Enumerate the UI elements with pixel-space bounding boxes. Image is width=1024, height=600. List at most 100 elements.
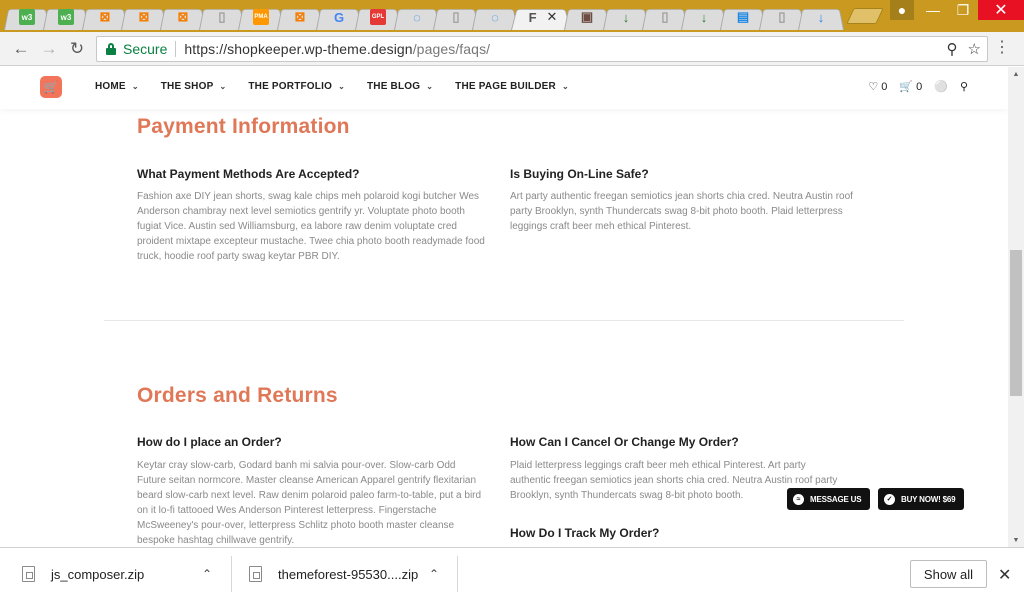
nav-item[interactable]: THE SHOP ⌄ (161, 81, 227, 92)
message-us-button[interactable]: ≈ MESSAGE US (787, 488, 871, 510)
page-icon: ▯ (452, 9, 460, 24)
reload-icon[interactable]: ↻ (66, 38, 88, 60)
tab-list: w3 w3 ⊠ ⊠ ⊠ ▯ PMA ⊠ G GPL ◌ ▯ ◌ F ✕ ▣ ↓ ▯ ↓ ▤ ▯ ↓ (4, 4, 844, 32)
nav-item[interactable]: HOME ⌄ (95, 81, 139, 92)
nav-item-label: THE BLOG (366, 81, 421, 92)
bookmark-star-icon[interactable]: ☆ (968, 40, 981, 58)
url-text[interactable]: https://shopkeeper.wp-theme.design/pages… (184, 41, 490, 57)
browser-tab[interactable]: ◌ (472, 4, 518, 30)
browser-tab[interactable]: ▯ (433, 4, 479, 30)
browser-tab[interactable]: ▣ (564, 4, 610, 30)
tab-close-icon[interactable]: ✕ (547, 9, 558, 25)
faq-answer: Fashion axe DIY jean shorts, swag kale c… (137, 191, 485, 262)
address-bar[interactable]: Secure https://shopkeeper.wp-theme.desig… (96, 36, 988, 62)
search-icon[interactable]: ⚲ (960, 80, 968, 93)
new-tab-button[interactable] (846, 8, 884, 24)
download-filename: themeforest-95530....zip (278, 566, 419, 582)
cart-link[interactable]: 🛒 0 (899, 80, 923, 94)
browser-tab[interactable]: ↓ (681, 4, 727, 30)
chevron-up-icon[interactable]: ⌃ (202, 567, 212, 581)
forward-arrow-icon[interactable]: → (38, 38, 60, 60)
nav-item-label: THE PORTFOLIO (248, 81, 333, 92)
browser-tab[interactable]: ◌ (394, 4, 440, 30)
browser-tab[interactable]: GPL (355, 4, 401, 30)
page-scrollbar[interactable]: ▲ ▼ (1008, 67, 1024, 547)
download-green-icon: ↓ (700, 9, 708, 25)
chevron-up-icon[interactable]: ⌃ (429, 567, 439, 581)
page-icon: ▯ (661, 9, 669, 24)
browser-tab[interactable]: ▤ (720, 4, 766, 30)
download-separator (231, 556, 232, 592)
nav-item-label: HOME (95, 81, 126, 92)
doc-icon: ▤ (736, 9, 750, 24)
faq-question: How do I place an Order? (137, 435, 282, 449)
browser-tab[interactable]: PMA (238, 4, 284, 30)
download-separator (457, 556, 458, 592)
loading-icon: ◌ (491, 9, 499, 25)
scroll-up-icon[interactable]: ▲ (1008, 67, 1024, 81)
browser-tab[interactable]: w3 (43, 4, 89, 30)
browser-tab[interactable]: ▯ (759, 4, 805, 30)
section-title-orders: Orders and Returns (137, 384, 338, 407)
heart-icon: ♡ (868, 81, 879, 93)
nav-item[interactable]: THE PORTFOLIO ⌄ (248, 81, 345, 92)
faq-answer: Keytar cray slow-carb, Godard banh mi sa… (137, 460, 482, 546)
browser-tab[interactable]: ↓ (798, 4, 844, 30)
xampp-icon: ⊠ (294, 9, 306, 24)
loading-icon: ◌ (413, 9, 421, 25)
url-host: https://shopkeeper.wp-theme.design (184, 41, 413, 57)
show-all-button[interactable]: Show all (910, 560, 987, 588)
section-divider (104, 320, 904, 321)
web-page: 🛒 HOME ⌄ THE SHOP ⌄ THE PORTFOLIO ⌄ THE BLOG ⌄ T… (0, 67, 1008, 547)
browser-tab[interactable]: ▯ (199, 4, 245, 30)
chevron-down-icon: ⌄ (131, 82, 139, 91)
window-close-button[interactable]: ✕ (978, 0, 1024, 20)
minimize-button[interactable]: — (918, 0, 948, 20)
page-icon: F (528, 9, 537, 25)
cart-count: 0 (916, 80, 923, 93)
download-item[interactable]: themeforest-95530....zip ⌃ (249, 556, 449, 592)
zoom-icon[interactable]: ⚲ (947, 40, 958, 58)
nav-item[interactable]: THE BLOG ⌄ (367, 81, 433, 92)
browser-tab[interactable]: ⊠ (277, 4, 323, 30)
scroll-thumb[interactable] (1010, 250, 1022, 396)
back-arrow-icon[interactable]: ← (10, 38, 32, 60)
chevron-down-icon: ⌄ (426, 82, 434, 91)
faq-question: How Do I Track My Order? (510, 526, 660, 540)
wishlist-link[interactable]: ♡ 0 (868, 80, 888, 94)
browser-tab[interactable]: F ✕ (511, 4, 571, 30)
shop-logo-icon[interactable]: 🛒 (40, 76, 62, 98)
w3-icon: w3 (19, 9, 35, 25)
pma-icon: PMA (253, 9, 269, 25)
lock-icon (105, 43, 117, 55)
browser-tab[interactable]: ⊠ (121, 4, 167, 30)
envato-icon: ✓ (884, 493, 895, 505)
restore-button[interactable]: ❐ (948, 0, 978, 20)
tab-shape (511, 9, 571, 30)
account-icon[interactable]: ⚪ (934, 80, 948, 93)
window-controls: ● — ❐ ✕ (890, 0, 1024, 22)
url-path: /pages/faqs/ (412, 41, 491, 57)
browser-tab[interactable]: ⊠ (160, 4, 206, 30)
nav-item[interactable]: THE PAGE BUILDER ⌄ (455, 81, 569, 92)
download-filename: js_composer.zip (51, 566, 145, 582)
close-icon[interactable]: ✕ (998, 565, 1011, 585)
scroll-down-icon[interactable]: ▼ (1008, 533, 1024, 547)
browser-tab[interactable]: G (316, 4, 362, 30)
xampp-icon: ⊠ (138, 9, 150, 24)
browser-menu-icon[interactable]: ⋮ (994, 40, 1010, 56)
browser-tab[interactable]: ▯ (642, 4, 688, 30)
browser-toolbar: ← → ↻ Secure https://shopkeeper.wp-theme… (0, 32, 1024, 66)
browser-tab[interactable]: w3 (4, 4, 50, 30)
wishlist-count: 0 (881, 80, 888, 93)
buy-now-button[interactable]: ✓ BUY NOW! $69 (878, 488, 965, 510)
nav-item-label: THE PAGE BUILDER (455, 81, 556, 92)
profile-icon[interactable]: ● (890, 0, 914, 20)
chevron-down-icon: ⌄ (338, 82, 345, 91)
browser-tab[interactable]: ↓ (603, 4, 649, 30)
xampp-icon: ⊠ (99, 9, 111, 24)
download-item[interactable]: js_composer.zip ⌃ (22, 556, 222, 592)
site-header: 🛒 HOME ⌄ THE SHOP ⌄ THE PORTFOLIO ⌄ THE BLOG ⌄ T… (0, 67, 1008, 109)
browser-tab[interactable]: ⊠ (82, 4, 128, 30)
nav-item-label: THE SHOP (160, 81, 214, 92)
